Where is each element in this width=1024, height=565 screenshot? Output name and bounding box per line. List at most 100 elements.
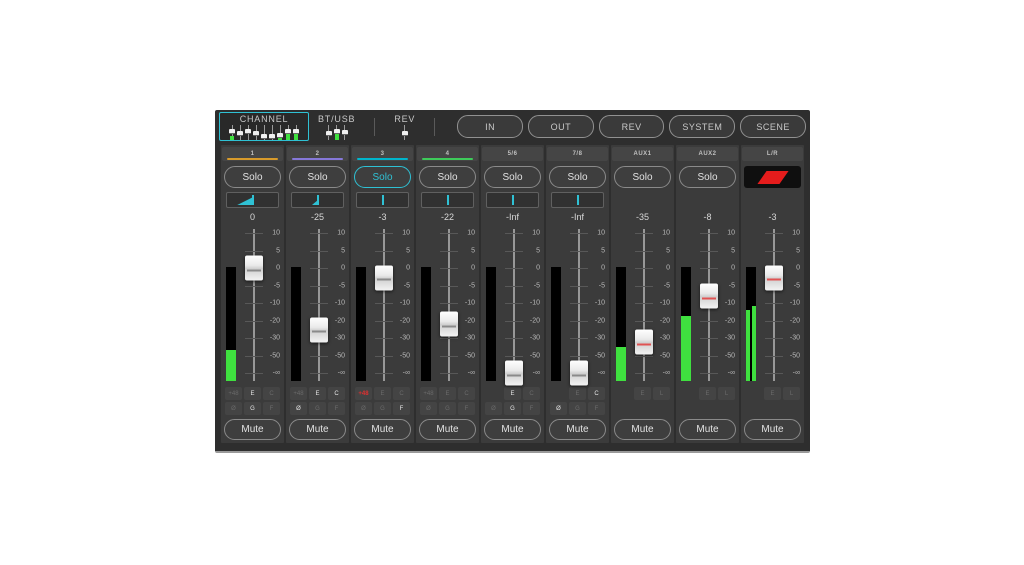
pan-control[interactable] (291, 192, 344, 208)
mute-row: Mute (744, 419, 801, 440)
channel-header-4[interactable]: 4 (417, 147, 478, 161)
fader-cap[interactable] (700, 284, 718, 309)
-48-button[interactable]: +48 (225, 387, 242, 400)
channel-header-1[interactable]: 1 (222, 147, 283, 161)
l-button[interactable]: L (783, 387, 800, 400)
mute-button[interactable]: Mute (224, 419, 281, 440)
mute-button[interactable]: Mute (614, 419, 671, 440)
fader-cap[interactable] (440, 312, 458, 337)
c-button[interactable]: C (263, 387, 280, 400)
e-button[interactable]: E (764, 387, 781, 400)
g-button[interactable]: G (309, 402, 326, 415)
scale-tick (570, 233, 588, 234)
mute-button[interactable]: Mute (419, 419, 476, 440)
solo-button[interactable]: Solo (224, 166, 281, 188)
solo-button[interactable]: Solo (484, 166, 541, 188)
system-button[interactable]: SYSTEM (669, 115, 735, 138)
e-button[interactable]: E (634, 387, 651, 400)
tab-bt-usb[interactable]: BT/USB (309, 112, 364, 141)
scale-tick (310, 356, 328, 357)
pan-control[interactable] (551, 192, 604, 208)
f-button[interactable]: F (523, 402, 540, 415)
--button[interactable]: Ø (550, 402, 567, 415)
g-button[interactable]: G (244, 402, 261, 415)
fader-area: 1050-5-10-20-30-50-∞ (481, 225, 544, 385)
mute-button[interactable]: Mute (744, 419, 801, 440)
fader-cap[interactable] (635, 330, 653, 355)
solo-button[interactable]: Solo (419, 166, 476, 188)
pan-control[interactable] (421, 192, 474, 208)
channel-header-aux2[interactable]: AUX2 (677, 147, 738, 161)
tab-mini-faders (401, 125, 409, 140)
channel-header-l-r[interactable]: L/R (742, 147, 803, 161)
g-button[interactable]: G (504, 402, 521, 415)
mute-row: Mute (614, 419, 671, 440)
c-button[interactable]: C (588, 387, 605, 400)
tab-channel[interactable]: CHANNEL (219, 112, 309, 141)
l-button[interactable]: L (653, 387, 670, 400)
l-button[interactable]: L (718, 387, 735, 400)
f-button[interactable]: F (588, 402, 605, 415)
--button[interactable]: Ø (225, 402, 242, 415)
pan-control[interactable] (486, 192, 539, 208)
pan-control[interactable] (356, 192, 409, 208)
g-button[interactable]: G (569, 402, 586, 415)
e-button[interactable]: E (439, 387, 456, 400)
--button[interactable]: Ø (290, 402, 307, 415)
solo-button[interactable]: Solo (549, 166, 606, 188)
pan-control[interactable] (226, 192, 279, 208)
f-button[interactable]: F (393, 402, 410, 415)
channel-header-7-8[interactable]: 7/8 (547, 147, 608, 161)
e-button[interactable]: E (374, 387, 391, 400)
--button[interactable]: Ø (485, 402, 502, 415)
e-button[interactable]: E (309, 387, 326, 400)
scale-tick (700, 321, 718, 322)
channel-header-aux1[interactable]: AUX1 (612, 147, 673, 161)
scale-label: -20 (270, 317, 280, 324)
g-button[interactable]: G (374, 402, 391, 415)
scale-label: -20 (465, 317, 475, 324)
--button[interactable]: Ø (355, 402, 372, 415)
mute-row: Mute (289, 419, 346, 440)
-48-button[interactable]: +48 (355, 387, 372, 400)
scale-label: -50 (725, 352, 735, 359)
fader-cap[interactable] (245, 256, 263, 281)
e-button[interactable]: E (569, 387, 586, 400)
solo-button[interactable]: Solo (614, 166, 671, 188)
fader-cap[interactable] (375, 265, 393, 290)
channel-header-2[interactable]: 2 (287, 147, 348, 161)
out-button[interactable]: OUT (528, 115, 594, 138)
tab-rev[interactable]: REV (385, 112, 424, 141)
g-button[interactable]: G (439, 402, 456, 415)
mute-button[interactable]: Mute (679, 419, 736, 440)
in-button[interactable]: IN (457, 115, 523, 138)
c-button[interactable]: C (328, 387, 345, 400)
f-button[interactable]: F (263, 402, 280, 415)
solo-button[interactable]: Solo (289, 166, 346, 188)
c-button[interactable]: C (393, 387, 410, 400)
c-button[interactable]: C (523, 387, 540, 400)
rev-button[interactable]: REV (599, 115, 665, 138)
-48-button[interactable]: +48 (290, 387, 307, 400)
--button[interactable]: Ø (420, 402, 437, 415)
c-button[interactable]: C (458, 387, 475, 400)
channel-header-3[interactable]: 3 (352, 147, 413, 161)
solo-button[interactable]: Solo (354, 166, 411, 188)
-48-button[interactable]: +48 (420, 387, 437, 400)
e-button[interactable]: E (699, 387, 716, 400)
fader-cap[interactable] (310, 317, 328, 342)
mute-button[interactable]: Mute (354, 419, 411, 440)
mute-button[interactable]: Mute (484, 419, 541, 440)
mute-button[interactable]: Mute (549, 419, 606, 440)
mute-button[interactable]: Mute (289, 419, 346, 440)
e-button[interactable]: E (244, 387, 261, 400)
f-button[interactable]: F (328, 402, 345, 415)
e-button[interactable]: E (504, 387, 521, 400)
fader-cap[interactable] (505, 361, 523, 386)
channel-header-5-6[interactable]: 5/6 (482, 147, 543, 161)
solo-button[interactable]: Solo (679, 166, 736, 188)
fader-cap[interactable] (570, 361, 588, 386)
fader-cap[interactable] (765, 265, 783, 290)
scene-button[interactable]: SCENE (740, 115, 806, 138)
f-button[interactable]: F (458, 402, 475, 415)
